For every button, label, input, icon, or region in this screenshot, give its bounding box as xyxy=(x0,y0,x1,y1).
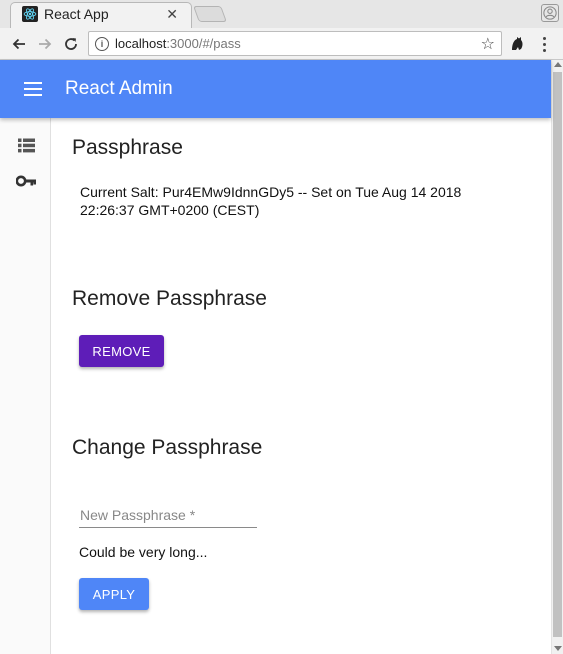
remove-passphrase-heading: Remove Passphrase xyxy=(72,287,267,310)
browser-tabstrip: React App ✕ xyxy=(0,0,563,28)
url-text: localhost:3000/#/pass xyxy=(115,36,481,51)
tab-close-icon[interactable]: ✕ xyxy=(166,6,178,23)
apply-button[interactable]: APPLY xyxy=(79,578,149,610)
key-icon xyxy=(16,175,36,187)
new-tab-button[interactable] xyxy=(193,6,227,22)
scroll-down-arrow-icon[interactable] xyxy=(554,646,562,651)
browser-tab[interactable]: React App ✕ xyxy=(10,0,190,28)
sidebar-item-key[interactable] xyxy=(16,171,36,191)
remove-button[interactable]: REMOVE xyxy=(79,335,164,367)
react-favicon-icon xyxy=(22,6,38,22)
sidebar xyxy=(0,118,51,654)
browser-toolbar: i localhost:3000/#/pass ☆ xyxy=(0,28,563,60)
hamburger-menu-icon[interactable] xyxy=(24,82,42,96)
profile-icon[interactable] xyxy=(541,4,559,22)
new-passphrase-input[interactable] xyxy=(79,502,257,527)
current-salt-text: Current Salt: Pur4EMw9IdnnGDy5 -- Set on… xyxy=(80,184,462,218)
list-icon xyxy=(17,138,35,152)
main-content: Passphrase Current Salt: Pur4EMw9IdnnGDy… xyxy=(51,118,551,654)
passphrase-hint: Could be very long... xyxy=(79,544,208,560)
extension-icon[interactable] xyxy=(508,35,526,53)
url-path: :3000/#/pass xyxy=(166,36,241,51)
sidebar-item-list[interactable] xyxy=(16,135,36,155)
reload-icon[interactable] xyxy=(61,34,81,54)
bookmark-star-icon[interactable]: ☆ xyxy=(481,34,495,54)
browser-menu-icon[interactable] xyxy=(536,34,552,54)
address-bar[interactable]: i localhost:3000/#/pass ☆ xyxy=(88,31,502,56)
app-title: React Admin xyxy=(65,78,173,99)
passphrase-heading: Passphrase xyxy=(72,136,183,159)
new-passphrase-field xyxy=(79,502,257,528)
app-bar: React Admin xyxy=(0,60,551,118)
back-arrow-icon[interactable] xyxy=(9,34,29,54)
scroll-thumb[interactable] xyxy=(553,72,562,637)
forward-arrow-icon[interactable] xyxy=(35,34,55,54)
tab-title: React App xyxy=(44,6,109,22)
scroll-up-arrow-icon[interactable] xyxy=(554,62,562,67)
change-passphrase-heading: Change Passphrase xyxy=(72,436,263,459)
page-scrollbar[interactable] xyxy=(551,60,563,654)
info-icon[interactable]: i xyxy=(95,36,109,51)
url-host: localhost xyxy=(115,36,167,51)
